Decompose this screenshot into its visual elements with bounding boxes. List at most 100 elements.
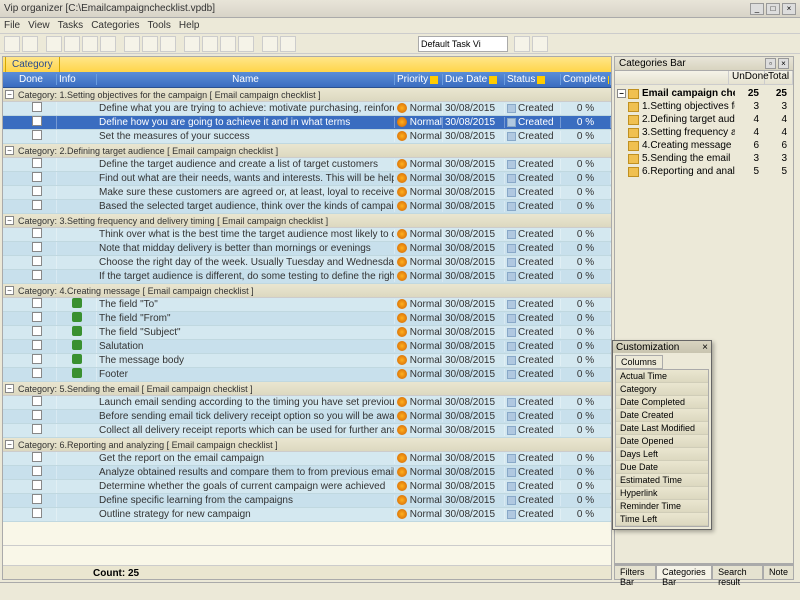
collapse-icon[interactable]: −: [5, 440, 14, 449]
done-checkbox[interactable]: [32, 452, 42, 462]
done-checkbox[interactable]: [32, 102, 42, 112]
name-column[interactable]: Name: [97, 74, 395, 85]
toolbar-button[interactable]: [184, 36, 200, 52]
task-row[interactable]: Find out what are their needs, wants and…: [3, 172, 611, 186]
column-item[interactable]: Reminder Time: [616, 500, 708, 513]
task-row[interactable]: The field "To" Normal30/08/2015Created0 …: [3, 298, 611, 312]
done-checkbox[interactable]: [32, 466, 42, 476]
done-checkbox[interactable]: [32, 340, 42, 350]
done-checkbox[interactable]: [32, 312, 42, 322]
done-checkbox[interactable]: [32, 424, 42, 434]
filter-icon[interactable]: [537, 76, 545, 84]
category-row[interactable]: −Category: 3.Setting frequency and deliv…: [3, 214, 611, 228]
menu-file[interactable]: File: [4, 20, 20, 31]
category-row[interactable]: −Category: 5.Sending the email [ Email c…: [3, 382, 611, 396]
toolbar-button[interactable]: [22, 36, 38, 52]
bottom-tab[interactable]: Search result: [712, 565, 763, 580]
toolbar-button[interactable]: [160, 36, 176, 52]
category-item[interactable]: 2.Defining target audience44: [617, 113, 791, 126]
menu-tasks[interactable]: Tasks: [58, 20, 84, 31]
undone-header[interactable]: UnDone: [729, 71, 765, 84]
category-row[interactable]: −Category: 4.Creating message [ Email ca…: [3, 284, 611, 298]
column-item[interactable]: Actual Time: [616, 370, 708, 383]
task-row[interactable]: Choose the right day of the week. Usuall…: [3, 256, 611, 270]
task-row[interactable]: The message body Normal30/08/2015Created…: [3, 354, 611, 368]
column-item[interactable]: Category: [616, 383, 708, 396]
category-row[interactable]: −Category: 6.Reporting and analyzing [ E…: [3, 438, 611, 452]
done-checkbox[interactable]: [32, 242, 42, 252]
task-row[interactable]: Think over what is the best time the tar…: [3, 228, 611, 242]
cat-name-header[interactable]: [615, 71, 729, 84]
column-item[interactable]: Date Opened: [616, 435, 708, 448]
bottom-tab[interactable]: Categories Bar: [656, 565, 712, 580]
done-checkbox[interactable]: [32, 494, 42, 504]
toolbar-button[interactable]: [124, 36, 140, 52]
priority-column[interactable]: Priority: [395, 74, 443, 85]
category-row[interactable]: −Category: 1.Setting objectives for the …: [3, 88, 611, 102]
customization-panel[interactable]: Customization × Columns Actual TimeCateg…: [612, 340, 712, 530]
collapse-icon[interactable]: −: [5, 146, 14, 155]
task-row[interactable]: If the target audience is different, do …: [3, 270, 611, 284]
category-group-button[interactable]: Category: [5, 56, 60, 73]
collapse-icon[interactable]: −: [5, 286, 14, 295]
task-row[interactable]: Set the measures of your success Normal3…: [3, 130, 611, 144]
done-checkbox[interactable]: [32, 116, 42, 126]
category-item[interactable]: −Email campaign checklist2525: [617, 87, 791, 100]
close-customization-icon[interactable]: ×: [702, 342, 708, 353]
category-item[interactable]: 6.Reporting and analyzing55: [617, 165, 791, 178]
column-item[interactable]: Time Left: [616, 513, 708, 526]
toolbar-button[interactable]: [4, 36, 20, 52]
category-row[interactable]: −Category: 2.Defining target audience [ …: [3, 144, 611, 158]
category-item[interactable]: 4.Creating message66: [617, 139, 791, 152]
toolbar-button[interactable]: [238, 36, 254, 52]
toolbar-button[interactable]: [202, 36, 218, 52]
done-checkbox[interactable]: [32, 368, 42, 378]
task-row[interactable]: Make sure these customers are agreed or,…: [3, 186, 611, 200]
status-column[interactable]: Status: [505, 74, 561, 85]
task-row[interactable]: The field "Subject" Normal30/08/2015Crea…: [3, 326, 611, 340]
minimize-button[interactable]: _: [750, 3, 764, 15]
task-row[interactable]: Before sending email tick delivery recei…: [3, 410, 611, 424]
menu-categories[interactable]: Categories: [91, 20, 139, 31]
task-row[interactable]: Outline strategy for new campaign Normal…: [3, 508, 611, 522]
task-row[interactable]: Analyze obtained results and compare the…: [3, 466, 611, 480]
total-header[interactable]: Total: [765, 71, 793, 84]
done-checkbox[interactable]: [32, 158, 42, 168]
bottom-tab[interactable]: Note: [763, 565, 794, 580]
category-item[interactable]: 5.Sending the email33: [617, 152, 791, 165]
task-row[interactable]: Salutation Normal30/08/2015Created0 %: [3, 340, 611, 354]
done-checkbox[interactable]: [32, 326, 42, 336]
collapse-icon[interactable]: −: [5, 216, 14, 225]
done-checkbox[interactable]: [32, 130, 42, 140]
column-item[interactable]: Estimated Time: [616, 474, 708, 487]
task-row[interactable]: Determine whether the goals of current c…: [3, 480, 611, 494]
menu-help[interactable]: Help: [179, 20, 200, 31]
done-checkbox[interactable]: [32, 396, 42, 406]
task-row[interactable]: Based the selected target audience, thin…: [3, 200, 611, 214]
toolbar-button[interactable]: [64, 36, 80, 52]
filter-icon[interactable]: [489, 76, 497, 84]
column-item[interactable]: Date Created: [616, 409, 708, 422]
complete-column[interactable]: Complete: [561, 74, 611, 85]
filter-icon[interactable]: [430, 76, 438, 84]
maximize-button[interactable]: □: [766, 3, 780, 15]
done-checkbox[interactable]: [32, 270, 42, 280]
collapse-icon[interactable]: −: [5, 384, 14, 393]
toolbar-button[interactable]: [514, 36, 530, 52]
done-checkbox[interactable]: [32, 186, 42, 196]
column-item[interactable]: Hyperlink: [616, 487, 708, 500]
task-row[interactable]: Launch email sending according to the ti…: [3, 396, 611, 410]
info-column[interactable]: Info: [57, 74, 97, 85]
toolbar-button[interactable]: [262, 36, 278, 52]
done-checkbox[interactable]: [32, 480, 42, 490]
done-checkbox[interactable]: [32, 228, 42, 238]
task-row[interactable]: Define how you are going to achieve it a…: [3, 116, 611, 130]
task-row[interactable]: Define what you are trying to achieve: m…: [3, 102, 611, 116]
task-row[interactable]: Define the target audience and create a …: [3, 158, 611, 172]
task-row[interactable]: Collect all delivery receipt reports whi…: [3, 424, 611, 438]
due-date-column[interactable]: Due Date: [443, 74, 505, 85]
close-panel-icon[interactable]: ×: [778, 58, 789, 69]
close-button[interactable]: ×: [782, 3, 796, 15]
toolbar-button[interactable]: [220, 36, 236, 52]
done-checkbox[interactable]: [32, 256, 42, 266]
